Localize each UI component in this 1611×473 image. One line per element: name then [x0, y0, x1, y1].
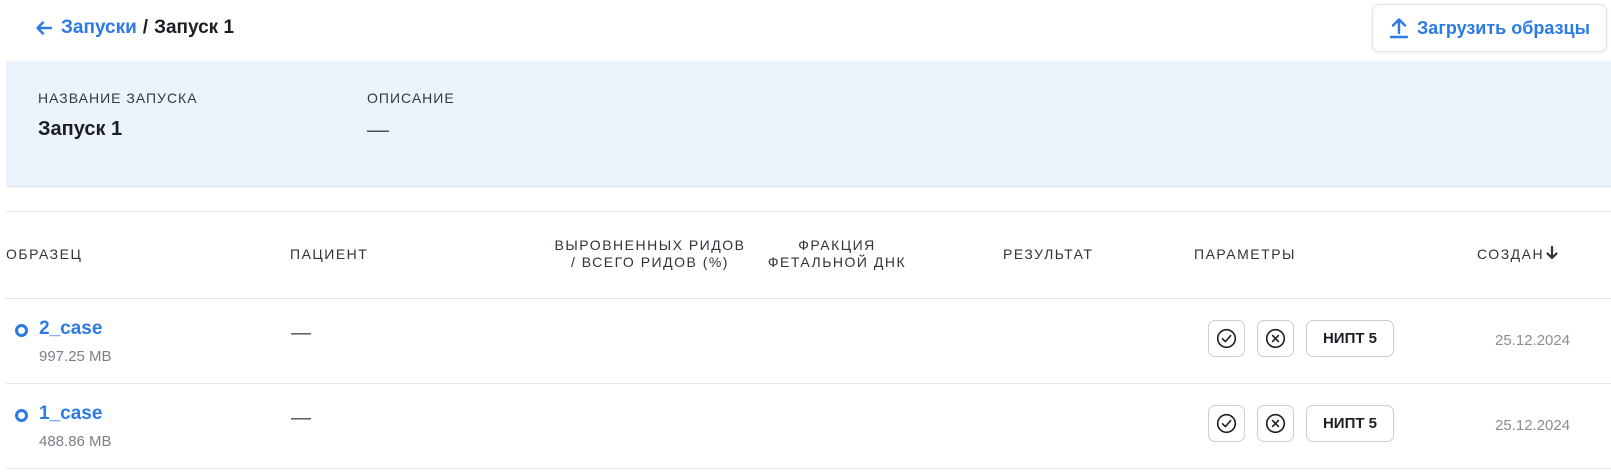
breadcrumb-separator: / [142, 17, 149, 38]
reject-button[interactable] [1257, 405, 1294, 442]
run-name-value: Запуск 1 [38, 118, 123, 140]
approve-button[interactable] [1208, 320, 1245, 357]
approve-button[interactable] [1208, 405, 1245, 442]
patient-cell: — [291, 322, 311, 344]
upload-icon [1389, 18, 1409, 39]
top-bar: Запуски / Запуск 1 Загрузить образцы [0, 0, 1611, 58]
column-header-created[interactable]: СОЗДАН [1477, 246, 1558, 263]
run-info-panel: НАЗВАНИЕ ЗАПУСКА Запуск 1 ОПИСАНИЕ — [6, 61, 1611, 187]
column-header-result[interactable]: РЕЗУЛЬТАТ [1003, 246, 1093, 263]
parameters-tag-button[interactable]: НИПТ 5 [1306, 405, 1394, 442]
sample-name-link[interactable]: 2_case [39, 318, 102, 340]
status-dot-icon [15, 324, 28, 337]
check-circle-icon [1216, 413, 1237, 434]
upload-samples-label: Загрузить образцы [1417, 17, 1590, 38]
arrow-left-icon[interactable] [35, 19, 53, 37]
sort-descending-icon[interactable] [1546, 246, 1558, 260]
created-date: 25.12.2024 [1495, 332, 1571, 349]
column-header-sample[interactable]: ОБРАЗЕЦ [6, 246, 82, 263]
table-top-divider [6, 211, 1611, 212]
column-header-fetal-fraction-line1: ФРАКЦИЯ [798, 237, 876, 253]
breadcrumb-current: Запуск 1 [154, 17, 235, 38]
run-description-value: — [367, 117, 389, 142]
check-circle-icon [1216, 328, 1237, 349]
row-divider [6, 383, 1611, 384]
x-circle-icon [1265, 328, 1286, 349]
breadcrumb-runs-link[interactable]: Запуски [61, 17, 137, 39]
patient-cell: — [291, 407, 311, 429]
created-date: 25.12.2024 [1495, 417, 1571, 434]
sample-size: 488.86 MB [39, 433, 112, 450]
column-header-aligned-reads-line1: ВЫРОВНЕННЫХ РИДОВ [554, 237, 746, 253]
column-header-fetal-fraction[interactable]: ФРАКЦИЯ ФЕТАЛЬНОЙ ДНК [752, 237, 922, 271]
column-header-patient[interactable]: ПАЦИЕНТ [290, 246, 368, 263]
column-header-aligned-reads-line2: / ВСЕГО РИДОВ (%) [571, 254, 729, 270]
sample-name-link[interactable]: 1_case [39, 403, 102, 425]
column-header-aligned-reads[interactable]: ВЫРОВНЕННЫХ РИДОВ / ВСЕГО РИДОВ (%) [540, 237, 760, 271]
reject-button[interactable] [1257, 320, 1294, 357]
parameters-tag-button[interactable]: НИПТ 5 [1306, 320, 1394, 357]
x-circle-icon [1265, 413, 1286, 434]
breadcrumb: Запуски / Запуск 1 [35, 17, 234, 39]
sample-size: 997.25 MB [39, 348, 112, 365]
upload-samples-button[interactable]: Загрузить образцы [1372, 4, 1607, 52]
status-dot-icon [15, 409, 28, 422]
column-header-created-label: СОЗДАН [1477, 246, 1545, 262]
column-header-parameters[interactable]: ПАРАМЕТРЫ [1194, 246, 1296, 263]
run-name-label: НАЗВАНИЕ ЗАПУСКА [38, 90, 198, 106]
row-divider [6, 468, 1611, 469]
column-header-fetal-fraction-line2: ФЕТАЛЬНОЙ ДНК [767, 254, 907, 270]
run-description-label: ОПИСАНИЕ [367, 90, 455, 106]
table-header-divider [6, 298, 1611, 299]
